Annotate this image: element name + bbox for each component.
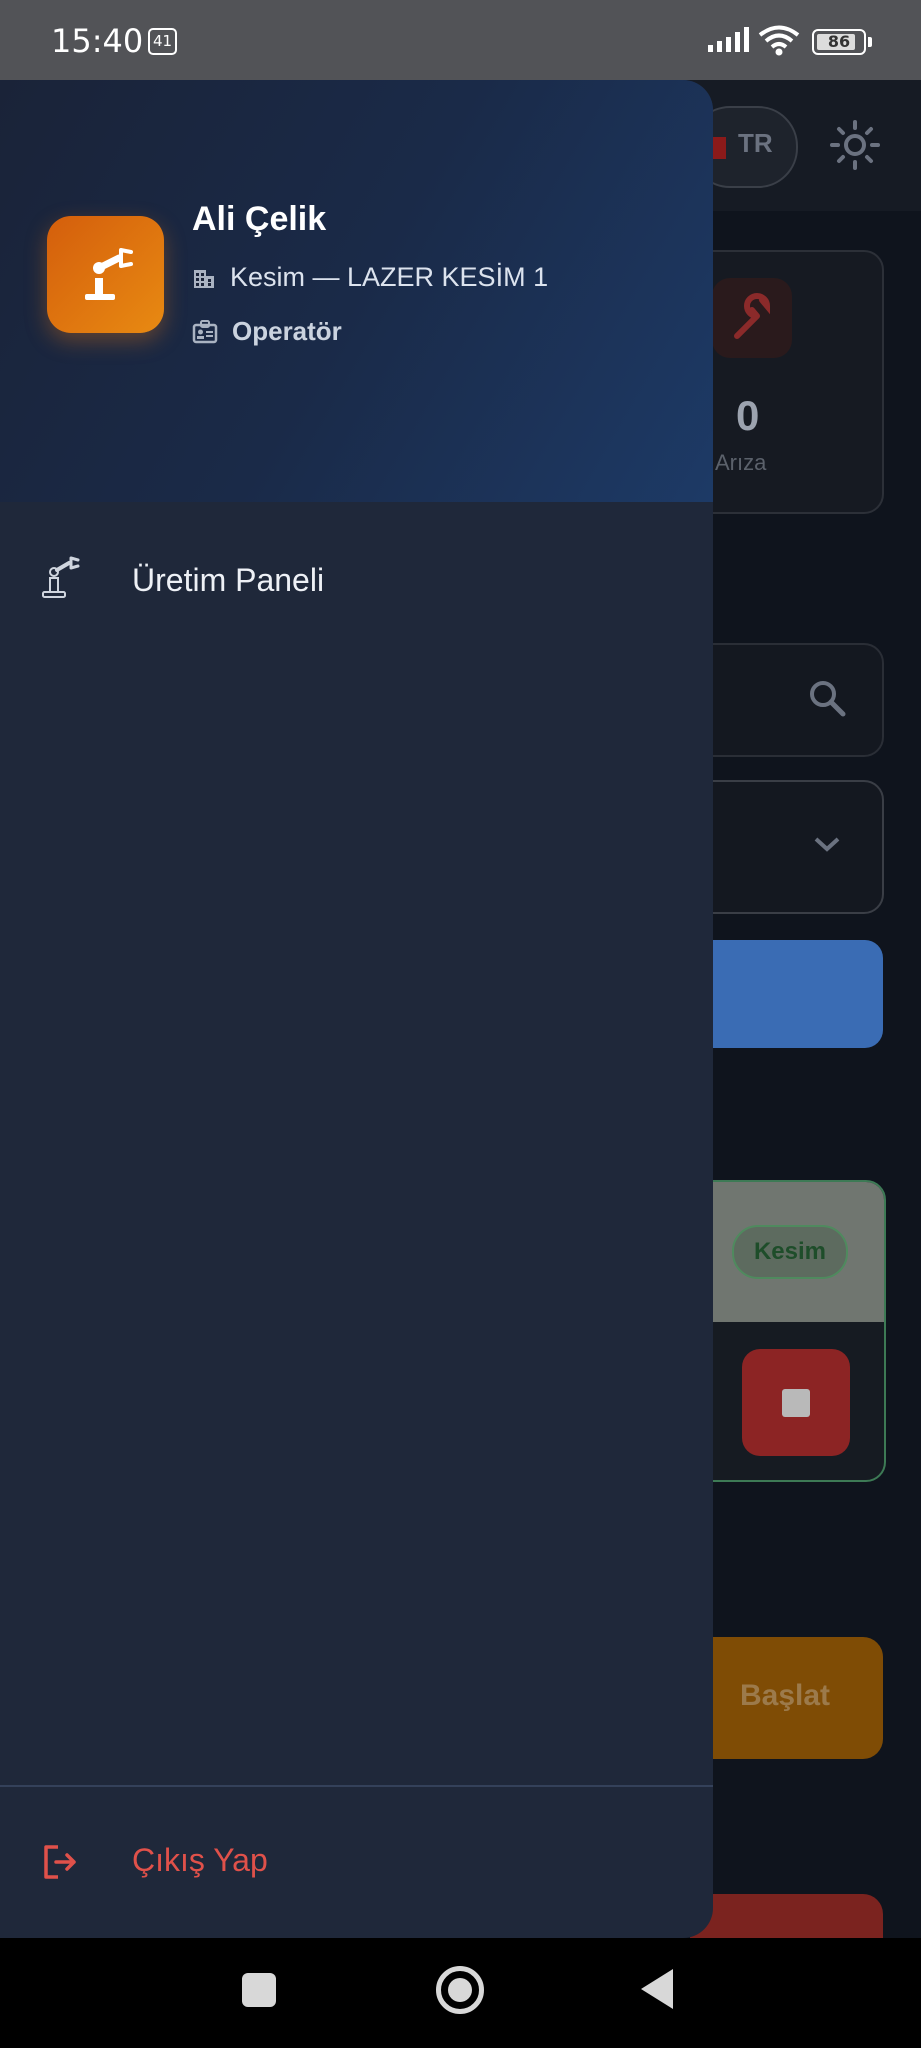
wrench-icon (712, 278, 792, 358)
battery-level: 86 (827, 32, 851, 51)
logout-button[interactable]: Çıkış Yap (0, 1820, 713, 1900)
user-name: Ali Çelik (192, 200, 327, 238)
department-badge: Kesim (732, 1225, 848, 1279)
drawer-header: Ali Çelik Kesim — LAZER KESİM 1 Operatör (0, 80, 713, 502)
chevron-down-icon (814, 837, 840, 852)
menu-item-label: Üretim Paneli (132, 562, 325, 598)
active-faults-count: 0 (736, 392, 760, 439)
system-nav-bar (0, 1938, 921, 2048)
logout-label: Çıkış Yap (132, 1842, 268, 1878)
id-badge-icon (192, 319, 218, 343)
building-icon (194, 269, 214, 288)
start-button-label: Başlat (740, 1679, 831, 1712)
status-bar: 15:40 41 86 (0, 0, 921, 80)
wifi-icon (758, 25, 800, 56)
role-text: Operatör (232, 316, 342, 346)
divider (0, 1785, 713, 1787)
stop-icon (782, 1389, 810, 1417)
home-button[interactable] (436, 1966, 484, 2014)
notification-count-badge: 41 (148, 28, 177, 55)
role-row: Operatör (192, 316, 342, 347)
back-button[interactable] (641, 1969, 673, 2009)
search-icon (810, 681, 846, 717)
language-code: TR (738, 128, 773, 158)
menu-item-production-panel[interactable]: Üretim Paneli (0, 542, 713, 622)
flag-icon (712, 137, 726, 159)
stop-button[interactable] (742, 1349, 850, 1456)
department-row: Kesim — LAZER KESİM 1 (192, 262, 548, 293)
recents-button[interactable] (242, 1973, 276, 2007)
status-time: 15:40 (51, 22, 144, 60)
navigation-drawer: Ali Çelik Kesim — LAZER KESİM 1 Operatör… (0, 80, 713, 1938)
department-text: Kesim — LAZER KESİM 1 (230, 262, 549, 292)
robot-arm-icon (42, 556, 80, 598)
battery-icon: 86 (812, 29, 872, 55)
signal-icon (708, 27, 749, 52)
logout-icon (44, 1845, 76, 1879)
sun-icon[interactable] (830, 120, 880, 170)
avatar (47, 216, 164, 333)
robot-arm-icon (85, 248, 133, 300)
